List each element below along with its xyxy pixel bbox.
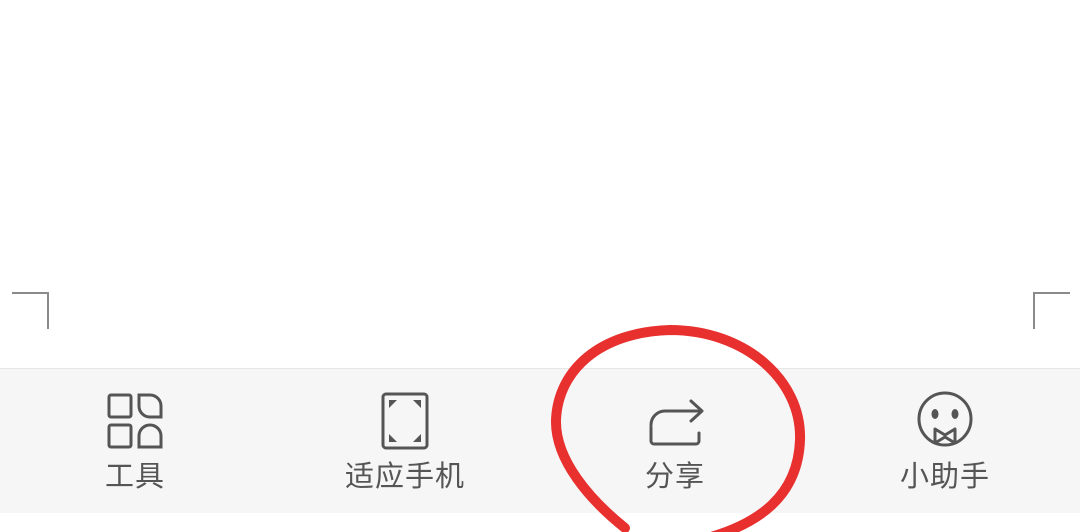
page-corner-marker-left (12, 292, 49, 329)
assistant-face-icon (915, 391, 975, 451)
bottom-toolbar: 工具 适应手机 分享 小助手 (0, 368, 1080, 514)
share-arrow-icon (645, 391, 705, 451)
bottom-strip (0, 513, 1080, 532)
share-label: 分享 (644, 459, 705, 493)
document-view[interactable] (0, 0, 1080, 368)
fit-phone-label: 适应手机 (344, 459, 465, 493)
assistant-button[interactable]: 小助手 (810, 369, 1080, 514)
assistant-label: 小助手 (899, 459, 990, 493)
share-button[interactable]: 分享 (540, 369, 810, 514)
tools-grid-icon (105, 391, 165, 451)
page-corner-marker-right (1033, 292, 1070, 329)
tools-label: 工具 (104, 459, 165, 493)
fit-screen-icon (375, 391, 435, 451)
tools-button[interactable]: 工具 (0, 369, 270, 514)
fit-phone-button[interactable]: 适应手机 (270, 369, 540, 514)
